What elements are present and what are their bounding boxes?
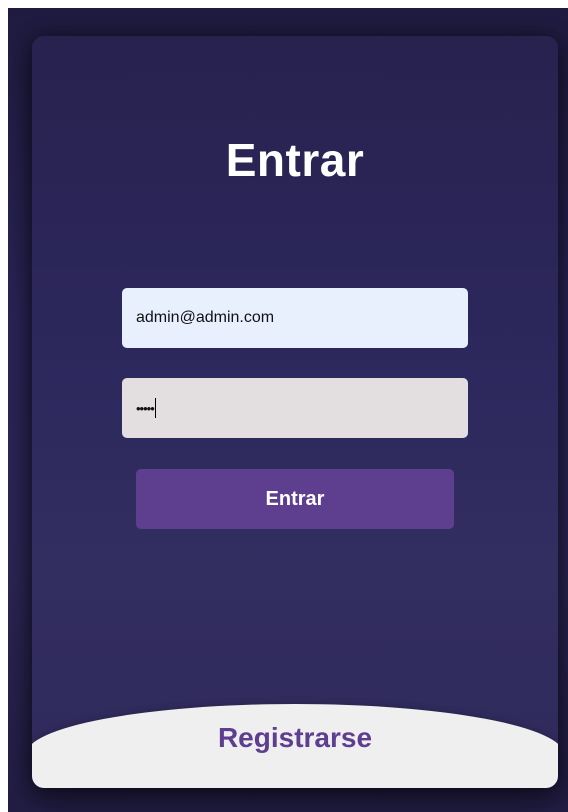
page-background: Entrar ••••• Entrar Registrarse xyxy=(8,8,568,812)
email-field[interactable] xyxy=(122,288,468,348)
password-mask: ••••• xyxy=(136,400,155,416)
register-link[interactable]: Registrarse xyxy=(32,722,558,754)
text-caret xyxy=(154,398,157,418)
login-button[interactable]: Entrar xyxy=(136,469,454,529)
login-card: Entrar ••••• Entrar Registrarse xyxy=(32,36,558,788)
password-field[interactable]: ••••• xyxy=(122,378,468,438)
page-title: Entrar xyxy=(225,134,365,186)
